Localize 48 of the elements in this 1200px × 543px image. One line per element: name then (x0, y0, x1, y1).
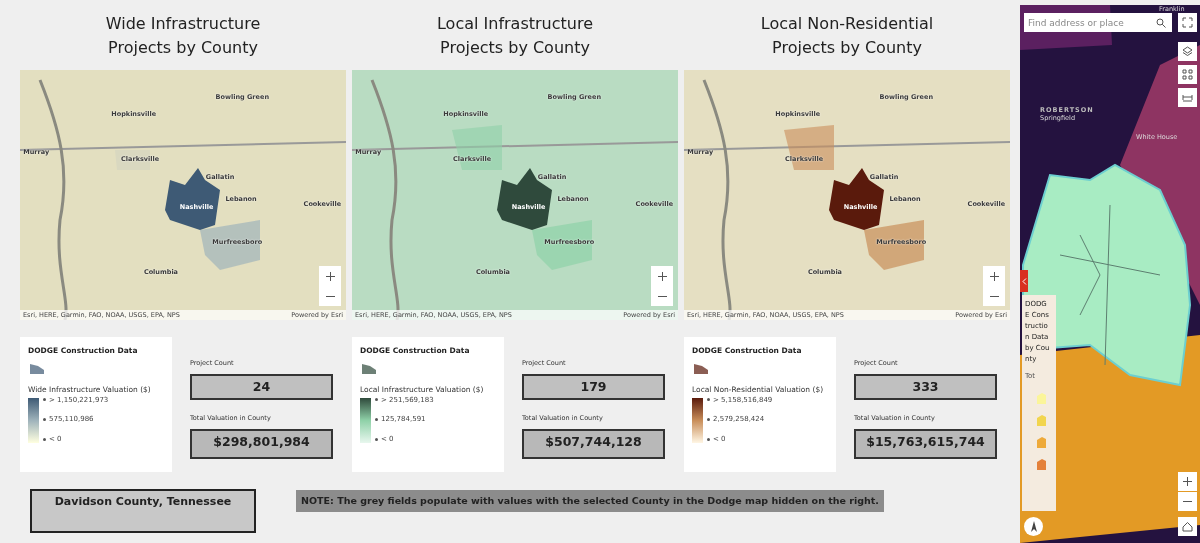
fullscreen-icon (1182, 17, 1193, 28)
plus-icon (989, 271, 999, 281)
legend-swatch-icon (1037, 414, 1046, 426)
plus-icon (1182, 476, 1193, 487)
plus-icon (657, 271, 667, 281)
bullet-icon (43, 437, 46, 441)
legend-swatch-icon (1037, 458, 1046, 470)
chart-title: Local Infrastructure Projects by County (435, 13, 594, 59)
bullet-icon (707, 398, 710, 402)
zoom-out-button[interactable] (1178, 492, 1197, 511)
note-banner: NOTE: The grey fields populate with values with the selected County in the Dodge map hidden on the right. (296, 489, 884, 512)
bullet-icon (375, 418, 378, 421)
zoom-in-button[interactable] (1178, 472, 1197, 491)
bullet-icon (375, 398, 378, 402)
color-ramp (692, 397, 703, 443)
project-count-field: 179 (522, 373, 665, 400)
ruler-icon (1182, 92, 1193, 103)
legend-swatch-icon (1037, 392, 1046, 404)
valuation-field: $507,744,128 (522, 428, 665, 459)
search-field[interactable]: Find address or place (1024, 13, 1172, 32)
home-icon (1182, 521, 1193, 532)
valuation-field: $298,801,984 (190, 428, 333, 459)
grid-icon (1182, 69, 1193, 80)
chart-title: Local Non-Residential Projects by County (759, 13, 935, 59)
plus-icon (325, 271, 335, 281)
layers-icon (1182, 46, 1193, 57)
chart-title: Wide Infrastructure Projects by County (104, 13, 262, 59)
bullet-icon (707, 437, 710, 441)
bullet-icon (707, 418, 710, 421)
legend-swatch-icon (1037, 436, 1046, 448)
search-icon (1156, 18, 1166, 28)
color-ramp (360, 397, 371, 443)
project-count-field: 333 (854, 373, 997, 400)
color-ramp (28, 397, 39, 443)
project-count-field: 24 (190, 373, 333, 400)
polygon-symbol-icon (30, 364, 44, 375)
polygon-symbol-icon (694, 364, 708, 375)
bullet-icon (43, 418, 46, 421)
basemap-button[interactable] (1178, 65, 1197, 84)
chevron-left-icon (1021, 277, 1027, 285)
bullet-icon (375, 437, 378, 441)
compass-icon (1030, 521, 1037, 532)
polygon-symbol-icon (362, 364, 376, 375)
bullet-icon (43, 398, 46, 402)
layers-button[interactable] (1178, 42, 1197, 61)
county-name-field: Davidson County, Tennessee (30, 488, 256, 533)
home-button[interactable] (1178, 517, 1197, 536)
valuation-field: $15,763,615,744 (854, 428, 997, 459)
